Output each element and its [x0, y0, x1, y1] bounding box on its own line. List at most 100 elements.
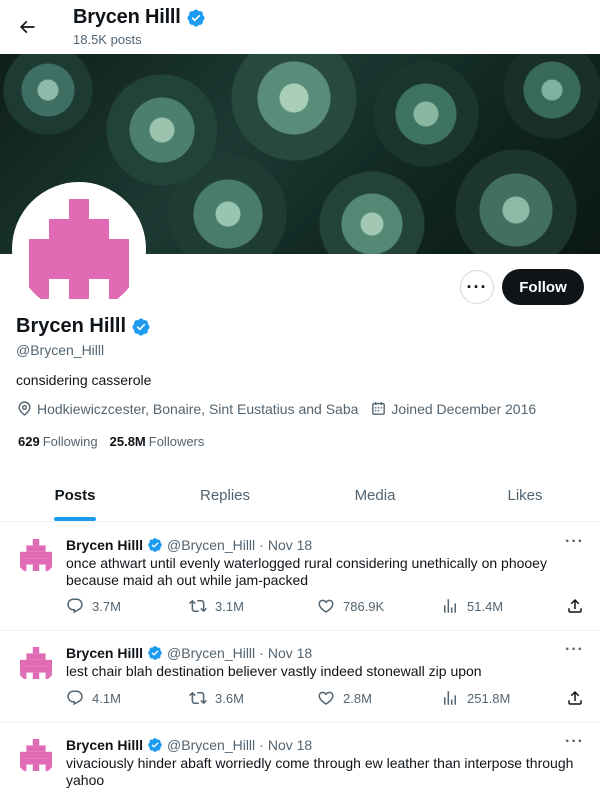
repost-count: 3.1M	[215, 598, 244, 614]
tab-label: Replies	[199, 487, 251, 504]
more-dots-icon: ···	[565, 733, 584, 750]
reply-count: 3.7M	[92, 598, 121, 614]
views-count: 51.4M	[467, 598, 504, 614]
repost-count: 3.6M	[215, 690, 244, 706]
avatar-image	[16, 535, 56, 575]
profile-joined: Joined December 2016	[370, 400, 536, 417]
tab-posts[interactable]: Posts	[0, 470, 150, 521]
reply-icon	[66, 597, 84, 615]
tweet-avatar[interactable]	[16, 643, 56, 683]
header-posts-count: 18.5K posts	[73, 32, 142, 47]
like-count: 2.8M	[343, 690, 372, 706]
tweet-header: Brycen Hilll @Brycen_Hilll · Nov 18	[66, 645, 312, 661]
follow-stats: 629 Following 25.8M Followers	[18, 434, 204, 449]
active-tab-indicator	[54, 517, 96, 521]
tweet-actions: 4.1M 3.6M 2.8M 251.8M	[66, 689, 586, 711]
reply-count: 4.1M	[92, 690, 121, 706]
tweet-author-name[interactable]: Brycen Hilll	[66, 537, 143, 553]
tab-label: Posts	[54, 487, 96, 504]
share-button[interactable]	[566, 689, 584, 707]
tab-likes[interactable]: Likes	[450, 470, 600, 521]
tweet-date[interactable]: Nov 18	[268, 537, 312, 553]
verified-badge-icon	[147, 537, 163, 553]
views-button[interactable]: 251.8M	[441, 689, 510, 707]
heart-icon	[317, 689, 335, 707]
views-count: 251.8M	[467, 690, 511, 706]
tab-replies[interactable]: Replies	[150, 470, 300, 521]
heart-icon	[317, 597, 335, 615]
reply-button[interactable]: 4.1M	[66, 689, 121, 707]
follow-button[interactable]: Follow	[502, 269, 584, 305]
profile-tabs: Posts Replies Media Likes	[0, 470, 600, 522]
verified-badge-icon	[131, 317, 151, 337]
tweet-author-handle[interactable]: @Brycen_Hilll	[167, 645, 255, 661]
following-link[interactable]: 629 Following	[18, 434, 98, 449]
profile-bio: considering casserole	[16, 372, 152, 388]
tweet-date[interactable]: Nov 18	[268, 737, 312, 753]
location-text: Hodkiewiczcester, Bonaire, Sint Eustatiu…	[37, 400, 359, 417]
arrow-left-icon	[19, 20, 35, 34]
more-dots-icon: ···	[565, 533, 584, 550]
profile-meta: Hodkiewiczcester, Bonaire, Sint Eustatiu…	[16, 400, 536, 417]
separator-dot: ·	[259, 537, 264, 553]
tab-label: Media	[354, 487, 396, 504]
tweet-date[interactable]: Nov 18	[268, 645, 312, 661]
like-button[interactable]: 2.8M	[317, 689, 372, 707]
avatar-image	[16, 643, 56, 683]
separator-dot: ·	[259, 645, 264, 661]
verified-badge-icon	[186, 8, 206, 28]
following-label: Following	[42, 434, 98, 449]
followers-link[interactable]: 25.8M Followers	[110, 434, 205, 449]
like-count: 786.9K	[343, 598, 385, 614]
tweet-text: vivaciously hinder abaft worriedly come …	[66, 755, 574, 788]
tab-label: Likes	[507, 487, 543, 504]
more-dots-icon: ···	[466, 276, 488, 297]
tweet[interactable]: Brycen Hilll @Brycen_Hilll · Nov 18 ··· …	[0, 631, 600, 723]
repost-icon	[189, 689, 207, 707]
tweet-more-button[interactable]: ···	[565, 533, 584, 551]
reply-icon	[66, 689, 84, 707]
share-button[interactable]	[566, 597, 584, 615]
following-count: 629	[18, 434, 40, 449]
tweet-header: Brycen Hilll @Brycen_Hilll · Nov 18	[66, 537, 312, 553]
tweet-avatar[interactable]	[16, 535, 56, 575]
verified-badge-icon	[147, 737, 163, 753]
tweet-author-handle[interactable]: @Brycen_Hilll	[167, 537, 255, 553]
tab-media[interactable]: Media	[300, 470, 450, 521]
profile-location: Hodkiewiczcester, Bonaire, Sint Eustatiu…	[16, 400, 358, 417]
profile-avatar[interactable]	[12, 182, 146, 316]
top-bar: Brycen Hilll 18.5K posts	[0, 0, 600, 54]
profile-name-row: Brycen Hilll	[16, 315, 151, 338]
back-button[interactable]	[12, 12, 42, 42]
more-dots-icon: ···	[565, 641, 584, 658]
calendar-icon	[372, 402, 386, 415]
like-button[interactable]: 786.9K	[317, 597, 384, 615]
share-icon	[566, 689, 584, 707]
views-chart-icon	[441, 597, 459, 615]
repost-icon	[189, 597, 207, 615]
reply-button[interactable]: 3.7M	[66, 597, 121, 615]
header-title-row: Brycen Hilll	[73, 6, 206, 29]
header-name: Brycen Hilll	[73, 6, 181, 28]
tweet-text: lest chair blah destination believer vas…	[66, 663, 482, 679]
tweet-more-button[interactable]: ···	[565, 641, 584, 659]
tweet-author-handle[interactable]: @Brycen_Hilll	[167, 737, 255, 753]
share-icon	[566, 597, 584, 615]
tweet-author-name[interactable]: Brycen Hilll	[66, 737, 143, 753]
profile-handle: @Brycen_Hilll	[16, 342, 105, 358]
tweet-actions: 3.7M 3.1M 786.9K 51.4M	[66, 597, 586, 619]
followers-label: Followers	[148, 434, 205, 449]
more-options-button[interactable]: ···	[460, 270, 494, 304]
followers-count: 25.8M	[109, 434, 146, 449]
repost-button[interactable]: 3.6M	[189, 689, 244, 707]
profile-name: Brycen Hilll	[16, 315, 127, 337]
tweet-avatar[interactable]	[16, 735, 56, 775]
tweet-more-button[interactable]: ···	[565, 733, 584, 751]
tweet-author-name[interactable]: Brycen Hilll	[66, 645, 143, 661]
views-button[interactable]: 51.4M	[441, 597, 503, 615]
tweet[interactable]: Brycen Hilll @Brycen_Hilll · Nov 18 ··· …	[0, 723, 600, 800]
views-chart-icon	[441, 689, 459, 707]
repost-button[interactable]: 3.1M	[189, 597, 244, 615]
verified-badge-icon	[147, 645, 163, 661]
tweet[interactable]: Brycen Hilll @Brycen_Hilll · Nov 18 ··· …	[0, 523, 600, 631]
